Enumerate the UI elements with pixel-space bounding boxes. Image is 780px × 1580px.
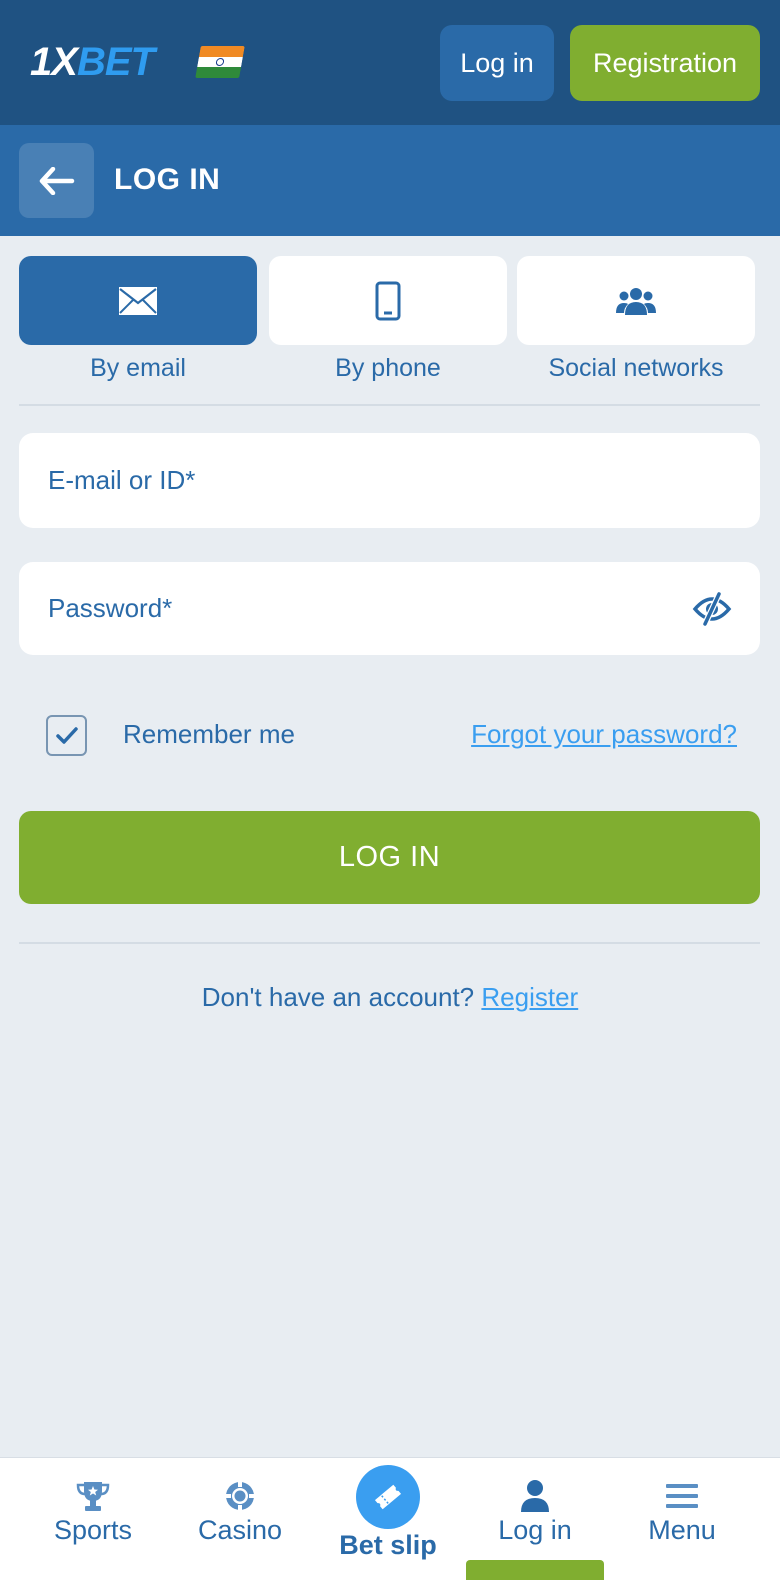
india-flag-icon[interactable] <box>195 46 245 78</box>
password-field[interactable] <box>19 562 760 655</box>
casino-chip-icon <box>226 1482 254 1510</box>
brand-logo[interactable]: 1XBET <box>30 40 155 84</box>
tab-by-phone[interactable] <box>269 256 507 345</box>
register-link[interactable]: Register <box>481 982 578 1012</box>
bottom-nav: Sports Casino Bet slip Log in Menu <box>0 1457 780 1580</box>
back-button[interactable] <box>19 143 94 218</box>
tab-by-email[interactable] <box>19 256 257 345</box>
register-prompt-text: Don't have an account? <box>201 982 475 1012</box>
check-icon <box>55 726 78 744</box>
arrow-left-icon <box>39 166 74 195</box>
nav-label-sports: Sports <box>53 1515 133 1545</box>
top-header: 1XBET Log in Registration <box>0 0 780 125</box>
register-prompt: Don't have an account? Register <box>0 982 780 1013</box>
login-submit-button[interactable]: LOG IN <box>19 811 760 904</box>
logo-part-2: BET <box>76 40 155 84</box>
nav-item-sports[interactable]: Sports <box>20 1458 166 1580</box>
nav-item-menu[interactable]: Menu <box>609 1458 755 1580</box>
logo-part-1: 1X <box>30 40 78 84</box>
user-icon <box>521 1480 549 1512</box>
envelope-icon <box>119 286 157 315</box>
nav-active-indicator <box>466 1560 604 1580</box>
ticket-icon <box>374 1484 402 1510</box>
users-icon <box>616 287 656 315</box>
nav-item-bet-slip[interactable]: Bet slip <box>315 1458 461 1580</box>
nav-label-log-in: Log in <box>498 1515 572 1545</box>
password-input[interactable] <box>48 593 688 624</box>
tab-label-by-email[interactable]: By email <box>19 354 257 383</box>
sub-header: LOG IN <box>0 125 780 236</box>
email-input[interactable] <box>48 465 688 496</box>
nav-item-casino[interactable]: Casino <box>167 1458 313 1580</box>
nav-label-bet-slip: Bet slip <box>339 1530 437 1560</box>
phone-icon <box>375 281 401 320</box>
menu-icon <box>666 1484 698 1508</box>
email-field[interactable] <box>19 433 760 528</box>
forgot-password-link[interactable]: Forgot your password? <box>471 719 737 750</box>
trophy-icon <box>76 1482 110 1511</box>
divider <box>19 404 760 406</box>
nav-label-menu: Menu <box>648 1515 716 1545</box>
tab-label-by-phone[interactable]: By phone <box>269 354 507 383</box>
remember-me-checkbox[interactable] <box>46 715 87 756</box>
nav-label-casino: Casino <box>197 1515 283 1545</box>
remember-me-label[interactable]: Remember me <box>123 719 295 750</box>
header-login-button[interactable]: Log in <box>440 25 554 101</box>
page: 1XBET Log in Registration LOG IN By emai… <box>0 0 780 1580</box>
page-title: LOG IN <box>114 163 221 196</box>
tab-label-social-networks[interactable]: Social networks <box>517 354 755 383</box>
divider <box>19 942 760 944</box>
eye-slash-icon[interactable] <box>692 591 732 627</box>
tab-social-networks[interactable] <box>517 256 755 345</box>
header-registration-button[interactable]: Registration <box>570 25 760 101</box>
